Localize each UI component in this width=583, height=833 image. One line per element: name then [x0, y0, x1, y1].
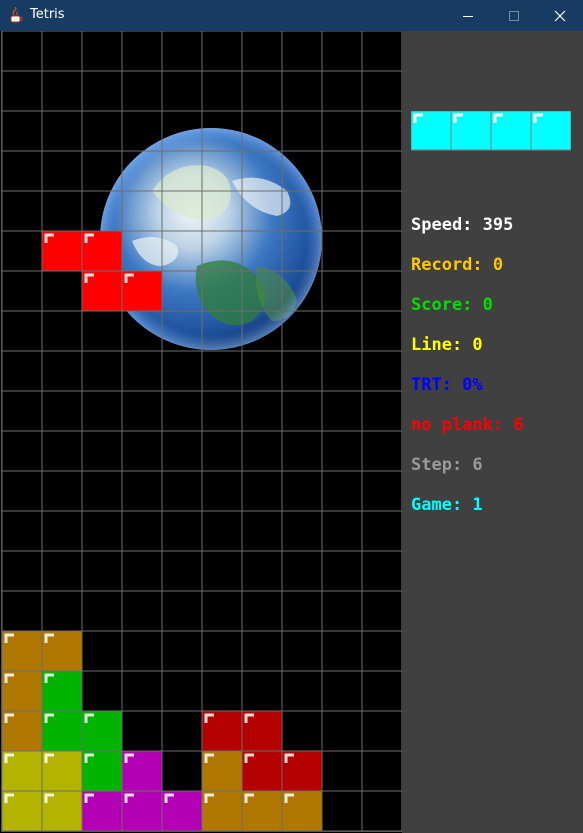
close-button[interactable] — [537, 0, 583, 31]
stat-speed: Speed: 395 — [411, 215, 514, 235]
locked-block — [162, 791, 202, 831]
locked-block — [82, 711, 122, 751]
locked-block — [2, 791, 42, 831]
stat-step: Step: 6 — [411, 455, 483, 475]
locked-block — [242, 791, 282, 831]
locked-block — [2, 711, 42, 751]
locked-block — [42, 791, 82, 831]
game-board[interactable] — [1, 31, 402, 832]
locked-block — [282, 791, 322, 831]
stat-no-plank: no plank: 6 — [411, 415, 524, 435]
locked-block — [202, 751, 242, 791]
board-canvas — [2, 31, 402, 831]
sidebar-panel: Speed: 395 Record: 0 Score: 0 Line: 0 TRT: 0… — [402, 31, 583, 833]
locked-block — [242, 711, 282, 751]
stat-game: Game: 1 — [411, 495, 483, 515]
locked-block — [282, 751, 322, 791]
next-piece-block — [490, 111, 532, 151]
maximize-icon — [509, 10, 519, 21]
locked-block — [82, 791, 122, 831]
locked-block — [2, 631, 42, 671]
locked-block — [42, 631, 82, 671]
stat-score: Score: 0 — [411, 295, 493, 315]
close-icon — [554, 10, 566, 21]
stat-record: Record: 0 — [411, 255, 504, 275]
next-piece-preview — [411, 111, 571, 151]
locked-block — [122, 791, 162, 831]
locked-block — [202, 711, 242, 751]
maximize-button[interactable] — [491, 0, 537, 31]
next-piece-block — [530, 111, 571, 151]
minimize-button[interactable] — [445, 0, 491, 31]
locked-block — [42, 711, 82, 751]
falling-piece-block — [42, 231, 82, 271]
stat-trt: TRT: 0% — [411, 375, 483, 395]
locked-block — [2, 751, 42, 791]
locked-block — [82, 751, 122, 791]
next-piece-block — [411, 111, 452, 151]
falling-piece-block — [82, 271, 122, 311]
stat-line: Line: 0 — [411, 335, 483, 355]
locked-block — [122, 751, 162, 791]
locked-block — [2, 671, 42, 711]
falling-piece-block — [122, 271, 162, 311]
window-title: Tetris — [30, 7, 65, 22]
locked-block — [42, 671, 82, 711]
locked-block — [202, 791, 242, 831]
earth-globe-image — [100, 128, 322, 350]
java-app-icon — [10, 7, 23, 23]
minimize-icon — [463, 15, 473, 17]
falling-piece-block — [82, 231, 122, 271]
locked-block — [242, 751, 282, 791]
title-bar: Tetris — [0, 0, 583, 31]
locked-block — [42, 751, 82, 791]
next-piece-block — [450, 111, 492, 151]
